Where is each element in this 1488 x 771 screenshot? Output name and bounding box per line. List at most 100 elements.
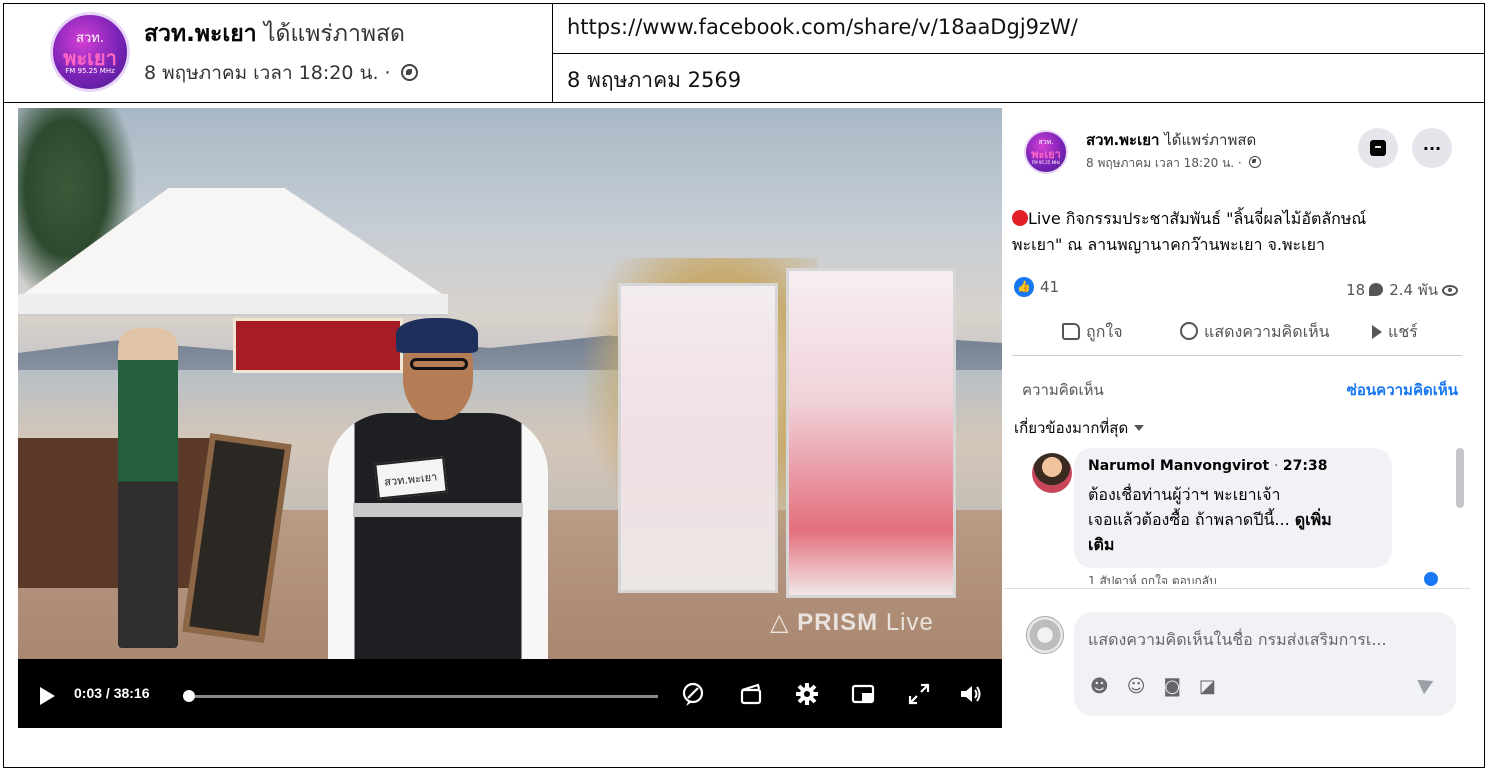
comment-separator: · <box>1274 458 1279 474</box>
comment-line-1: ต้องเชื่อท่านผู้ว่าฯ พะเยาเจ้า <box>1088 485 1281 504</box>
volume-icon[interactable] <box>958 681 984 707</box>
date-cell: 8 พฤษภาคม 2569 <box>553 54 1484 103</box>
post-description: Live กิจกรรมประชาสัมพันธ์ "ลิ้นจี่ผลไม้อ… <box>1012 206 1462 258</box>
progress-track[interactable] <box>188 695 658 698</box>
sidebar-timestamp[interactable]: 8 พฤษภาคม เวลา 18:20 น. · <box>1086 156 1242 170</box>
current-user-avatar[interactable] <box>1026 616 1064 654</box>
live-dot-icon <box>1012 210 1028 226</box>
like-count[interactable]: 41 <box>1040 278 1059 296</box>
see-more-link-cont[interactable]: เติม <box>1088 535 1114 554</box>
mic-flag-text: สวท.พะเยา <box>383 470 438 489</box>
send-icon[interactable] <box>1417 673 1437 695</box>
scene-vendor <box>118 328 178 648</box>
page-name[interactable]: สวท.พะเยา <box>144 21 257 47</box>
clapper-icon[interactable] <box>738 681 764 707</box>
scene-poster-left <box>618 283 778 593</box>
progress-handle[interactable] <box>182 690 195 702</box>
description-line-2: พะเยา" ณ ลานพญานาคกว๊านพะเยา จ.พะเยา <box>1012 235 1325 254</box>
comment-like-badge-icon <box>1424 572 1438 586</box>
archive-icon <box>1370 140 1386 156</box>
url-cell: https://www.facebook.com/share/v/18aaDgj… <box>553 4 1484 54</box>
commenter-avatar[interactable] <box>1032 453 1072 493</box>
comment-time-wrap: · 27:38 <box>1274 458 1327 474</box>
comment-sort-dropdown[interactable]: เกี่ยวข้องมากที่สุด <box>1014 416 1145 440</box>
post-timestamp-line: 8 พฤษภาคม เวลา 18:20 น. · <box>144 58 418 88</box>
globe-icon <box>400 64 418 81</box>
comment-bubble: Narumol Manvongvirot · 27:38 ต้องเชื่อท่… <box>1074 448 1392 568</box>
eye-icon <box>1442 285 1458 296</box>
composer-icons: ☻☺◙◪ <box>1090 676 1234 697</box>
more-icon: ··· <box>1422 138 1442 158</box>
comment-icon <box>1180 322 1198 340</box>
post-actions: ถูกใจ แสดงความคิดเห็น แชร์ <box>1012 308 1462 356</box>
gif-icon[interactable]: ☻ <box>1090 676 1127 697</box>
save-video-button[interactable] <box>1358 128 1398 168</box>
prism-live-watermark: △ PRISM Live <box>770 608 934 637</box>
comment-line-2: เจอแล้วต้องซื้อ ถ้าพลาดปีนี้... <box>1088 510 1290 529</box>
thumbs-up-icon <box>1062 323 1080 340</box>
post-url[interactable]: https://www.facebook.com/share/v/18aaDgj… <box>567 15 1078 39</box>
comment-composer[interactable]: แสดงความคิดเห็นในชื่อ กรมส่งเสริมการเ...… <box>1074 612 1456 716</box>
reporter-glasses <box>410 358 468 370</box>
fullscreen-icon[interactable] <box>906 681 932 707</box>
sidebar-live-action: ได้แพร่ภาพสด <box>1164 131 1257 149</box>
sidebar-page-avatar[interactable]: สวท. พะเยา FM 95.25 MHz <box>1024 130 1068 174</box>
hide-comments-link[interactable]: ซ่อนความคิดเห็น <box>1347 378 1458 402</box>
camera-icon[interactable]: ◙ <box>1164 676 1199 697</box>
miniplayer-icon[interactable] <box>850 681 876 707</box>
sidebar-page-name[interactable]: สวท.พะเยา <box>1086 131 1159 149</box>
video-player[interactable]: สวท.พะเยา △ PRISM Live 0:03 / 38:16 <box>18 108 1002 728</box>
composer-divider <box>1004 588 1470 589</box>
watermark-brand: PRISM <box>797 609 879 636</box>
captions-icon[interactable] <box>680 681 706 707</box>
comment-input[interactable]: แสดงความคิดเห็นในชื่อ กรมส่งเสริมการเ... <box>1088 628 1387 653</box>
scene-poster-right <box>786 268 956 598</box>
sidebar-globe-icon <box>1248 156 1261 168</box>
comment-bubble-icon <box>1369 283 1384 296</box>
video-frame[interactable]: สวท.พะเยา △ PRISM Live <box>18 108 1002 659</box>
play-icon[interactable] <box>40 687 55 705</box>
reporter-cap <box>396 318 478 353</box>
sidebar-page-name-line: สวท.พะเยา ได้แพร่ภาพสด <box>1086 128 1256 152</box>
comment-button[interactable]: แสดงความคิดเห็น <box>1180 320 1330 345</box>
view-count: 2.4 พัน <box>1389 281 1438 299</box>
like-button[interactable]: ถูกใจ <box>1062 320 1123 345</box>
comment-count[interactable]: 18 <box>1346 281 1365 299</box>
post-sidebar: สวท. พะเยา FM 95.25 MHz สวท.พะเยา ได้แพร… <box>1004 108 1470 730</box>
watermark-live: Live <box>885 609 934 636</box>
reporter-body <box>328 413 548 659</box>
time-display: 0:03 / 38:16 <box>74 685 150 701</box>
page-name-line: สวท.พะเยา ได้แพร่ภาพสด <box>144 16 405 52</box>
reaction-stats: 👍 41 18 2.4 พัน <box>1014 274 1458 304</box>
chevron-down-icon <box>1134 425 1145 431</box>
more-options-button[interactable]: ··· <box>1412 128 1452 168</box>
page-avatar[interactable]: สวท. พะเยา FM 95.25 MHz <box>50 12 130 92</box>
comment-header: Narumol Manvongvirot · 27:38 <box>1088 458 1328 474</box>
share-icon <box>1372 325 1382 339</box>
video-controls-bar: 0:03 / 38:16 <box>18 659 1002 728</box>
comment-author[interactable]: Narumol Manvongvirot <box>1088 458 1269 474</box>
comment-meta[interactable]: 1 สัปดาห์ ถูกใจ ตอบกลับ <box>1088 572 1428 584</box>
see-more-link[interactable]: ดูเพิ่ม <box>1295 510 1332 529</box>
comment-video-time[interactable]: 27:38 <box>1283 458 1328 474</box>
reporter-vest-stripe <box>353 503 523 517</box>
description-line-1: Live กิจกรรมประชาสัมพันธ์ "ลิ้นจี่ผลไม้อ… <box>1028 209 1367 228</box>
comments-heading: ความคิดเห็น <box>1022 381 1104 399</box>
share-button-label: แชร์ <box>1388 322 1418 341</box>
sidebar-avatar-text-freq: FM 95.25 MHz <box>1031 160 1061 165</box>
emoji-icon[interactable]: ☺ <box>1127 676 1164 697</box>
comments-scrollbar[interactable] <box>1456 448 1464 508</box>
live-action-text: ได้แพร่ภาพสด <box>263 21 405 47</box>
engagement-counts: 18 2.4 พัน <box>1346 278 1458 302</box>
post-date: 8 พฤษภาคม 2569 <box>567 68 742 92</box>
like-reaction-icon[interactable]: 👍 <box>1014 277 1034 297</box>
microphone-flag: สวท.พะเยา <box>374 456 448 500</box>
share-button[interactable]: แชร์ <box>1368 320 1418 345</box>
avatar-text-freq: FM 95.25 MHz <box>65 67 115 75</box>
settings-icon[interactable] <box>794 681 820 707</box>
post-timestamp[interactable]: 8 พฤษภาคม เวลา 18:20 น. · <box>144 62 391 84</box>
sticker-icon[interactable]: ◪ <box>1199 676 1234 697</box>
sidebar-timestamp-line: 8 พฤษภาคม เวลา 18:20 น. · <box>1086 154 1261 173</box>
sort-label: เกี่ยวข้องมากที่สุด <box>1014 419 1129 437</box>
document-frame: สวท. พะเยา FM 95.25 MHz สวท.พะเยา ได้แพร… <box>3 3 1485 768</box>
